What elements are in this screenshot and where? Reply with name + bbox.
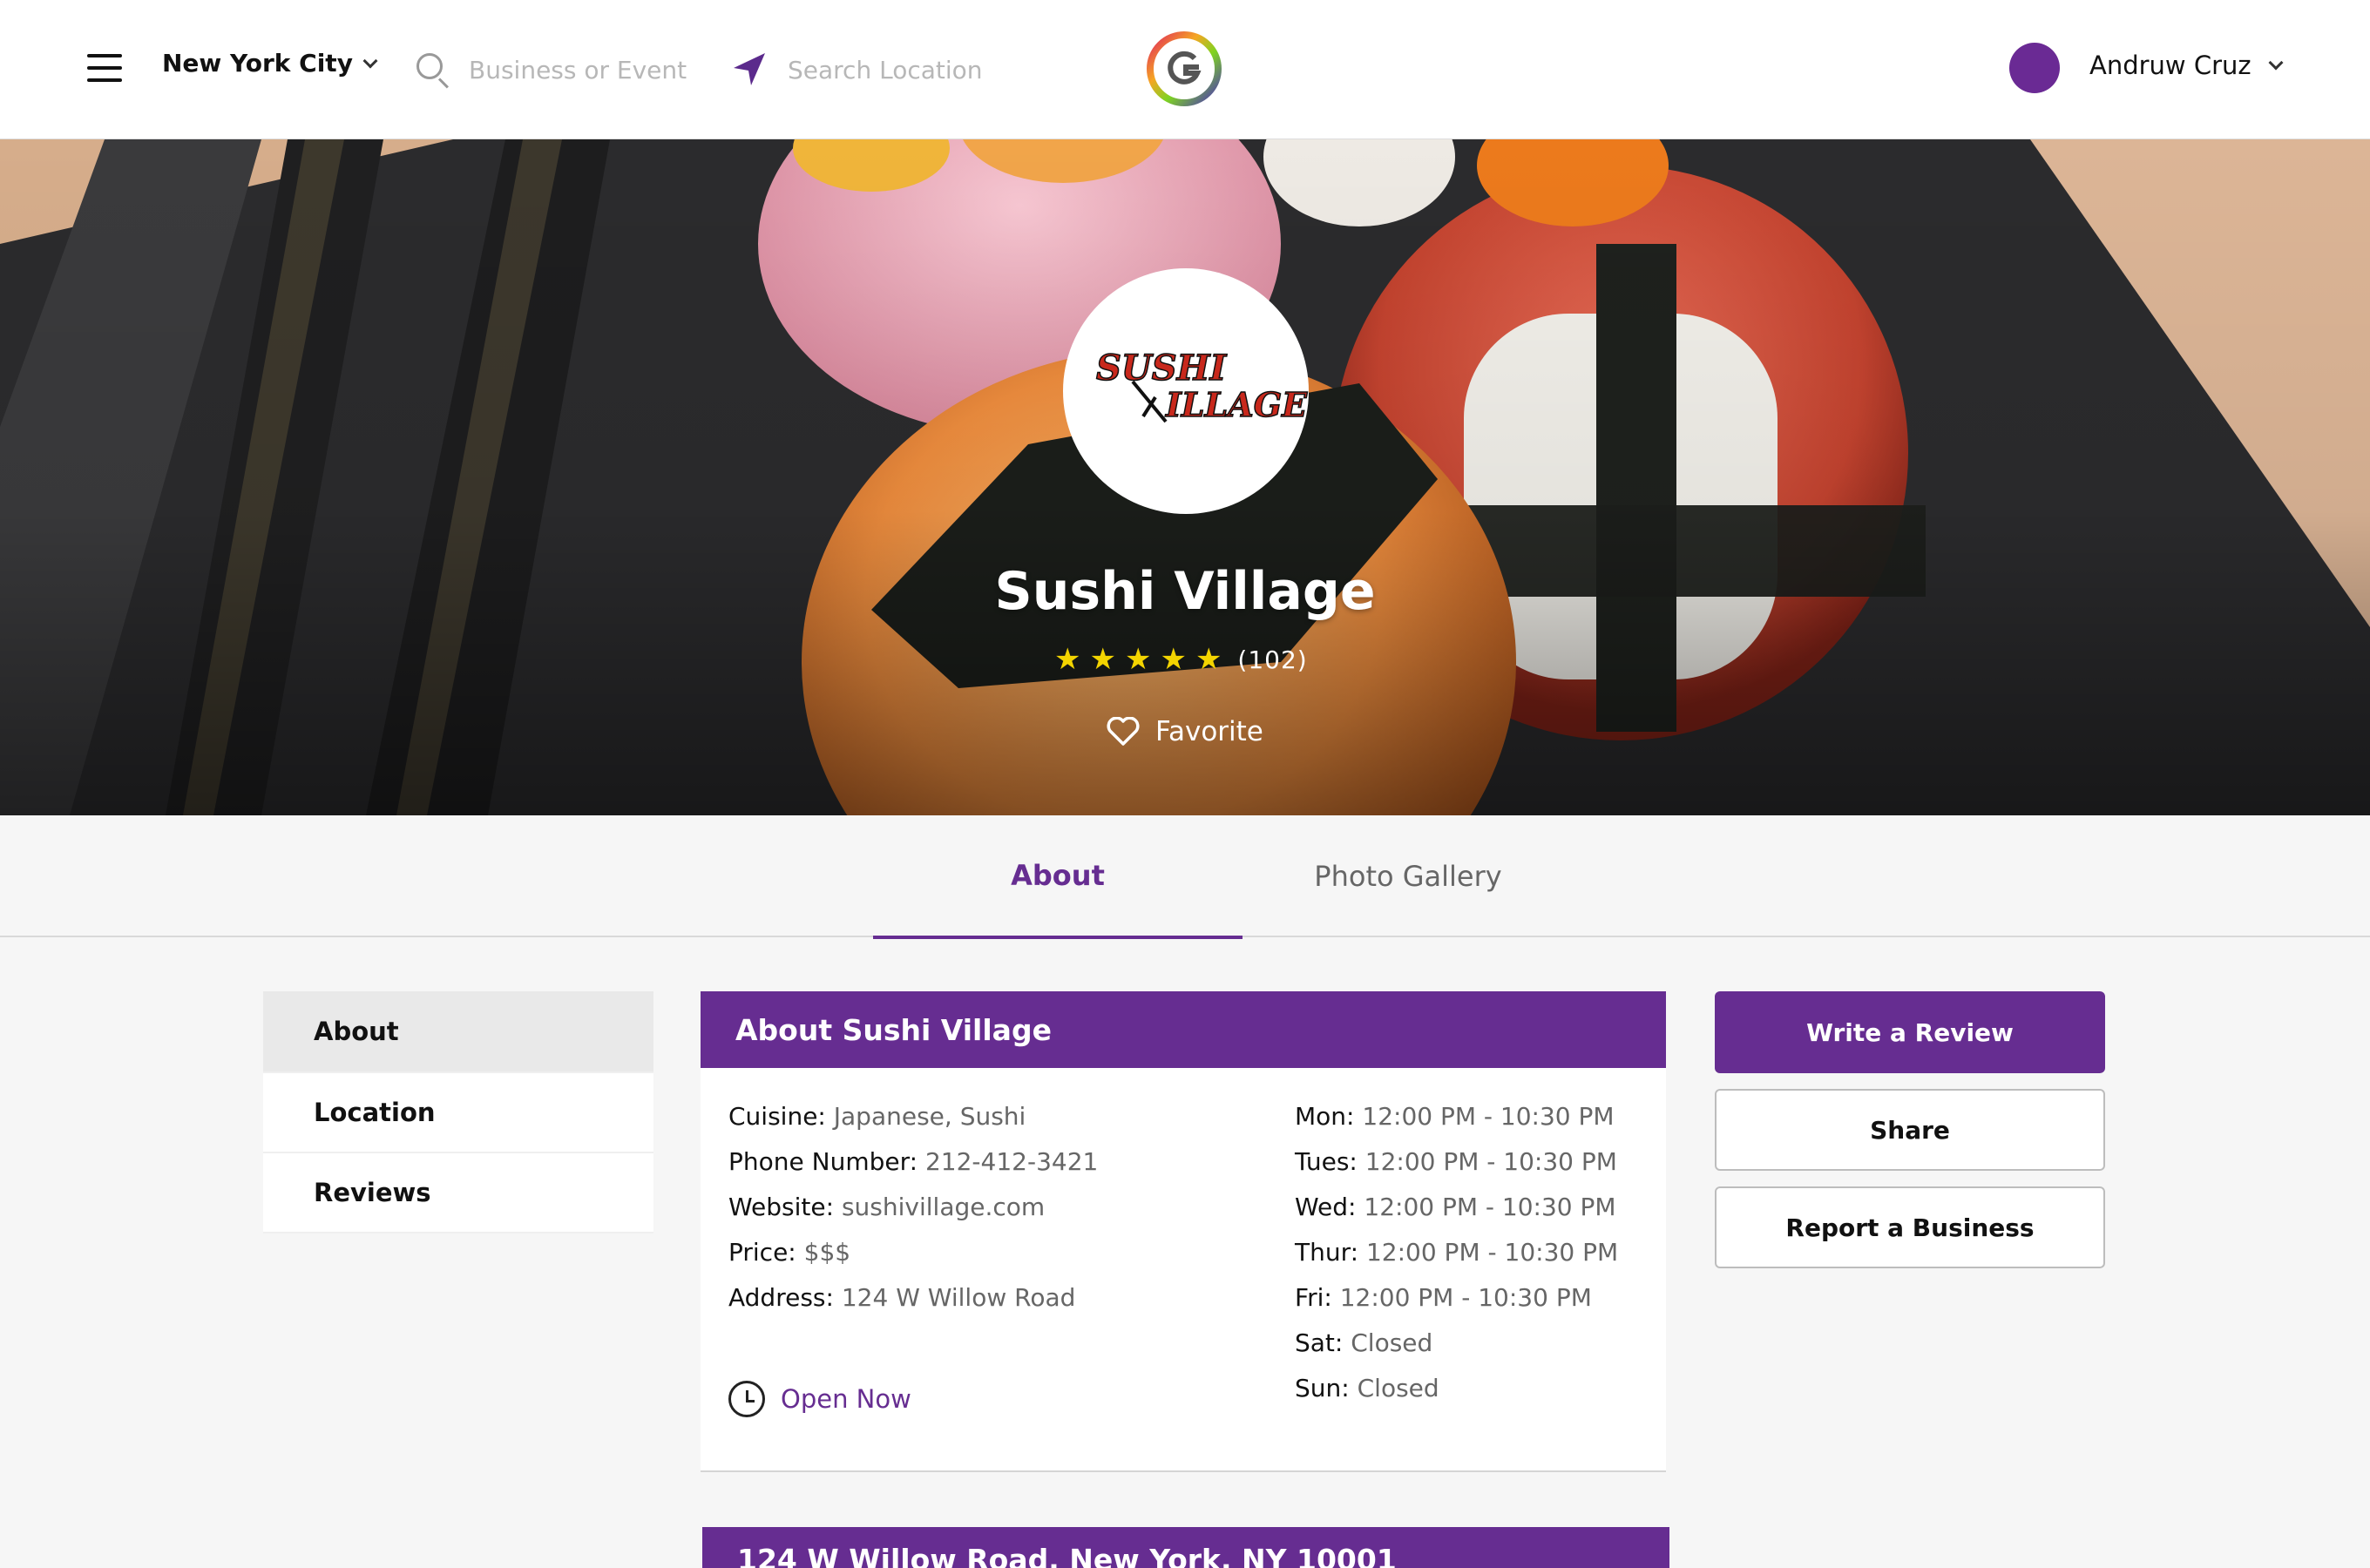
top-navbar: New York City Business or Event Search L…	[0, 0, 2370, 139]
favorite-label: Favorite	[1155, 716, 1263, 747]
favorite-button[interactable]: Favorite	[1107, 709, 1263, 754]
chevron-down-icon	[362, 53, 378, 68]
share-button[interactable]: Share	[1715, 1089, 2105, 1171]
hero-banner: SUSHI ILLAGE Sushi Village ★ ★ ★ ★ ★ (10…	[0, 139, 2370, 815]
city-selector[interactable]: New York City	[162, 49, 378, 78]
detail-website: Website: sushivillage.com	[728, 1193, 1046, 1221]
hours-row: Mon: 12:00 PM - 10:30 PM	[1295, 1102, 1615, 1131]
hours-row: Sun: Closed	[1295, 1374, 1439, 1402]
business-search-placeholder: Business or Event	[469, 55, 687, 84]
detail-address: Address: 124 W Willow Road	[728, 1283, 1076, 1312]
star-icon: ★	[1160, 642, 1187, 677]
business-name: Sushi Village	[994, 561, 1376, 622]
rating-count: (102)	[1237, 645, 1308, 674]
detail-price: Price: $$$	[728, 1238, 851, 1267]
about-card-title: About Sushi Village	[701, 991, 1666, 1068]
section-nav-about[interactable]: About	[263, 991, 653, 1073]
location-card-title: 124 W Willow Road, New York, NY 10001	[702, 1527, 1669, 1568]
hours-row: Wed: 12:00 PM - 10:30 PM	[1295, 1193, 1616, 1221]
location-arrow-icon	[734, 53, 765, 85]
city-label: New York City	[162, 49, 353, 78]
location-search-input[interactable]: Search Location	[730, 49, 983, 91]
location-search-placeholder: Search Location	[788, 55, 983, 84]
logo-text-sushi: SUSHI	[1096, 348, 1227, 389]
search-icon	[415, 51, 451, 89]
business-logo-image: SUSHI ILLAGE	[1095, 347, 1309, 425]
write-review-button[interactable]: Write a Review	[1715, 991, 2105, 1073]
user-name: Andruw Cruz	[2089, 51, 2252, 80]
star-icon: ★	[1195, 642, 1222, 677]
hours-row: Sat: Closed	[1295, 1328, 1433, 1357]
avatar[interactable]	[2009, 43, 2060, 93]
business-details: Cuisine: Japanese, Sushi Phone Number: 2…	[728, 1094, 1098, 1321]
detail-cuisine: Cuisine: Japanese, Sushi	[728, 1102, 1026, 1131]
hours-row: Tues: 12:00 PM - 10:30 PM	[1295, 1147, 1617, 1176]
tab-bar: About Photo Gallery	[0, 815, 2370, 939]
about-card: About Sushi Village Cuisine: Japanese, S…	[701, 991, 1666, 1472]
heart-icon	[1107, 717, 1140, 746]
logo-text-village: ILLAGE	[1165, 385, 1308, 424]
report-business-button[interactable]: Report a Business	[1715, 1186, 2105, 1268]
hours-row: Thur: 12:00 PM - 10:30 PM	[1295, 1238, 1619, 1267]
tab-about[interactable]: About	[873, 815, 1243, 939]
open-now-label: Open Now	[781, 1384, 911, 1414]
section-nav-reviews[interactable]: Reviews	[263, 1153, 653, 1233]
star-icon: ★	[1054, 642, 1081, 677]
business-search-input[interactable]: Business or Event	[415, 49, 687, 91]
section-nav-location[interactable]: Location	[263, 1073, 653, 1153]
detail-phone: Phone Number: 212-412-3421	[728, 1147, 1099, 1176]
clock-icon	[728, 1381, 765, 1417]
open-now-status[interactable]: Open Now	[728, 1378, 911, 1420]
rating: ★ ★ ★ ★ ★ (102)	[1054, 640, 1308, 679]
hours-row: Fri: 12:00 PM - 10:30 PM	[1295, 1283, 1592, 1312]
chevron-down-icon	[2268, 55, 2284, 71]
app-logo[interactable]	[1145, 30, 1223, 108]
menu-icon[interactable]	[87, 54, 122, 82]
star-icon: ★	[1089, 642, 1116, 677]
business-logo: SUSHI ILLAGE	[1063, 268, 1309, 514]
user-menu[interactable]: Andruw Cruz	[2089, 51, 2284, 80]
star-icon: ★	[1124, 642, 1152, 677]
section-nav: About Location Reviews	[263, 991, 653, 1233]
tab-photo-gallery[interactable]: Photo Gallery	[1243, 815, 1574, 937]
business-hours: Mon: 12:00 PM - 10:30 PM Tues: 12:00 PM …	[1295, 1094, 1618, 1411]
